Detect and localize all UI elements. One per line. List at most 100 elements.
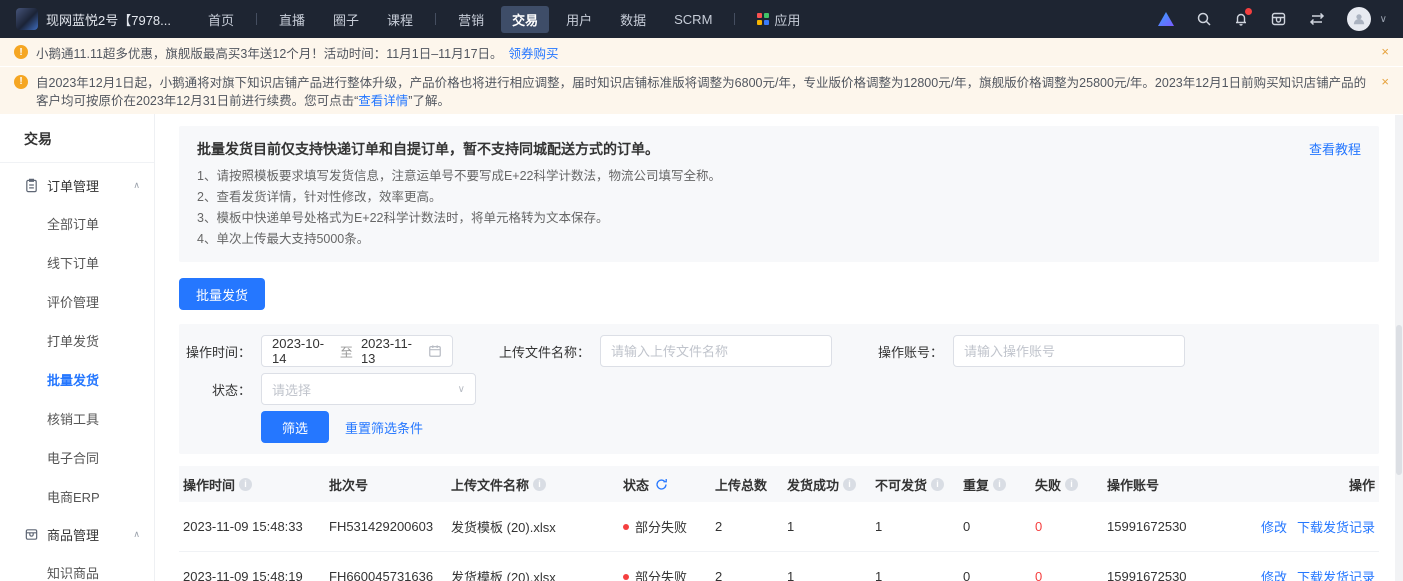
date-range-picker[interactable]: 2023-10-14 至 2023-11-13 <box>261 335 453 367</box>
table-body: 2023-11-09 15:48:33FH531429200603发货模板 (2… <box>179 502 1379 581</box>
chevron-up-icon: ∧ <box>133 180 140 191</box>
cell-unshippable: 1 <box>875 519 963 534</box>
col-header-label: 批次号 <box>329 475 368 494</box>
date-separator: 至 <box>340 342 353 361</box>
cell-success: 1 <box>787 569 875 581</box>
file-name-input[interactable] <box>600 335 832 367</box>
cell-status: 部分失败 <box>623 517 715 536</box>
sidebar-group-商品管理[interactable]: 商品管理∧ <box>0 516 154 553</box>
store-name[interactable]: 现网蓝悦2号【7978... <box>46 10 171 29</box>
action-link-下载发货记录[interactable]: 下载发货记录 <box>1297 517 1375 536</box>
status-dot-icon <box>623 524 629 530</box>
reset-filters-link[interactable]: 重置筛选条件 <box>345 418 423 437</box>
close-icon[interactable]: × <box>1381 73 1389 91</box>
shop-icon[interactable] <box>1270 11 1287 27</box>
sidebar-group-label: 订单管理 <box>47 176 99 195</box>
col-header-label: 操作时间 <box>183 475 235 494</box>
coupon-buy-link[interactable]: 领券购买 <box>509 43 559 62</box>
nav-item-数据[interactable]: 数据 <box>609 6 657 33</box>
apps-grid-icon <box>757 13 769 25</box>
col-header-不可发货: 不可发货i <box>875 475 963 494</box>
cell-account: 15991672530 <box>1107 569 1255 581</box>
search-icon[interactable] <box>1196 11 1212 27</box>
action-link-修改[interactable]: 修改 <box>1261 517 1287 536</box>
refresh-icon[interactable] <box>655 478 668 491</box>
status-label: 状态： <box>185 380 251 399</box>
vertical-scrollbar[interactable] <box>1395 115 1403 581</box>
bulk-ship-button[interactable]: 批量发货 <box>179 278 265 310</box>
cell-account: 15991672530 <box>1107 519 1255 534</box>
nav-item-SCRM[interactable]: SCRM <box>663 8 723 31</box>
sidebar-item-全部订单[interactable]: 全部订单 <box>0 204 154 243</box>
nav-item-首页[interactable]: 首页 <box>197 6 245 33</box>
triangle-logo-icon[interactable] <box>1157 11 1175 27</box>
store-logo[interactable] <box>16 8 38 30</box>
nav-menu: 首页 直播圈子课程营销交易用户数据 SCRM 应用 <box>197 6 811 33</box>
col-header-上传文件名称: 上传文件名称i <box>451 475 623 494</box>
action-link-修改[interactable]: 修改 <box>1261 567 1287 581</box>
sidebar-group-订单管理[interactable]: 订单管理 ∧ <box>0 167 154 204</box>
nav-item-营销[interactable]: 营销 <box>447 6 495 33</box>
col-header-label: 发货成功 <box>787 475 839 494</box>
info-icon: i <box>993 478 1006 491</box>
notice-panel: 批量发货目前仅支持快递订单和自提订单，暂不支持同城配送方式的订单。 1、请按照模… <box>179 126 1379 262</box>
close-icon[interactable]: × <box>1381 44 1389 59</box>
nav-item-label: 数据 <box>620 10 646 29</box>
nav-divider <box>734 13 735 25</box>
col-header-发货成功: 发货成功i <box>787 475 875 494</box>
account-input[interactable] <box>953 335 1185 367</box>
nav-item-用户[interactable]: 用户 <box>555 6 603 33</box>
nav-item-课程[interactable]: 课程 <box>376 6 424 33</box>
sidebar-item-线下订单[interactable]: 线下订单 <box>0 243 154 282</box>
account-label: 操作账号： <box>878 342 943 361</box>
action-link-下载发货记录[interactable]: 下载发货记录 <box>1297 567 1375 581</box>
scrollbar-thumb[interactable] <box>1396 325 1402 475</box>
col-header-操作: 操作 <box>1255 475 1379 494</box>
sidebar-menu: 订单管理∧全部订单线下订单评价管理打单发货批量发货核销工具电子合同电商ERP商品… <box>0 167 154 581</box>
upgrade-text-pre: 自2023年12月1日起，小鹅通将对旗下知识店铺产品进行整体升级，产品价格也将进… <box>36 76 1366 108</box>
nav-item-label: 应用 <box>774 10 800 29</box>
cell-unshippable: 1 <box>875 569 963 581</box>
shipments-table: 操作时间i批次号上传文件名称i状态上传总数发货成功i不可发货i重复i失败i操作账… <box>179 466 1379 581</box>
status-select[interactable]: 请选择 ∨ <box>261 373 476 405</box>
main-content: 批量发货目前仅支持快递订单和自提订单，暂不支持同城配送方式的订单。 1、请按照模… <box>155 114 1403 581</box>
cell-status: 部分失败 <box>623 567 715 581</box>
sidebar-item-核销工具[interactable]: 核销工具 <box>0 399 154 438</box>
sidebar-item-评价管理[interactable]: 评价管理 <box>0 282 154 321</box>
notice-line: 4、单次上传最大支持5000条。 <box>197 229 1361 250</box>
swap-icon[interactable] <box>1308 12 1326 26</box>
info-icon: i <box>1065 478 1078 491</box>
col-header-label: 操作 <box>1349 475 1375 494</box>
notification-badge <box>1245 8 1252 15</box>
sidebar-item-知识商品[interactable]: 知识商品 <box>0 553 154 581</box>
cell-file: 发货模板 (20).xlsx <box>451 567 623 581</box>
nav-item-label: 直播 <box>279 10 305 29</box>
avatar[interactable] <box>1347 7 1371 31</box>
info-icon: i <box>239 478 252 491</box>
cell-total: 2 <box>715 569 787 581</box>
calendar-icon <box>428 344 442 358</box>
cell-batch: FH531429200603 <box>329 519 451 534</box>
filter-button[interactable]: 筛选 <box>261 411 329 443</box>
warning-icon: ! <box>14 75 28 89</box>
sidebar-item-电子合同[interactable]: 电子合同 <box>0 438 154 477</box>
sidebar-item-电商ERP[interactable]: 电商ERP <box>0 477 154 516</box>
sidebar-item-批量发货[interactable]: 批量发货 <box>0 360 154 399</box>
view-tutorial-link[interactable]: 查看教程 <box>1309 139 1361 158</box>
nav-item-圈子[interactable]: 圈子 <box>322 6 370 33</box>
nav-item-交易[interactable]: 交易 <box>501 6 549 33</box>
nav-item-应用[interactable]: 应用 <box>746 6 811 33</box>
chevron-down-icon[interactable]: ∨ <box>1380 14 1387 25</box>
table-row: 2023-11-09 15:48:33FH531429200603发货模板 (2… <box>179 502 1379 552</box>
time-label: 操作时间： <box>185 342 251 361</box>
nav-item-直播[interactable]: 直播 <box>268 6 316 33</box>
sidebar-item-打单发货[interactable]: 打单发货 <box>0 321 154 360</box>
view-details-link[interactable]: 查看详情 <box>358 94 408 108</box>
date-start-value[interactable]: 2023-10-14 <box>272 336 332 366</box>
date-end-value[interactable]: 2023-11-13 <box>361 336 420 366</box>
col-header-label: 上传总数 <box>715 475 767 494</box>
sidebar-group-label: 商品管理 <box>47 525 99 544</box>
bell-icon[interactable] <box>1233 11 1249 27</box>
col-header-label: 不可发货 <box>875 475 927 494</box>
col-header-label: 状态 <box>623 475 649 494</box>
